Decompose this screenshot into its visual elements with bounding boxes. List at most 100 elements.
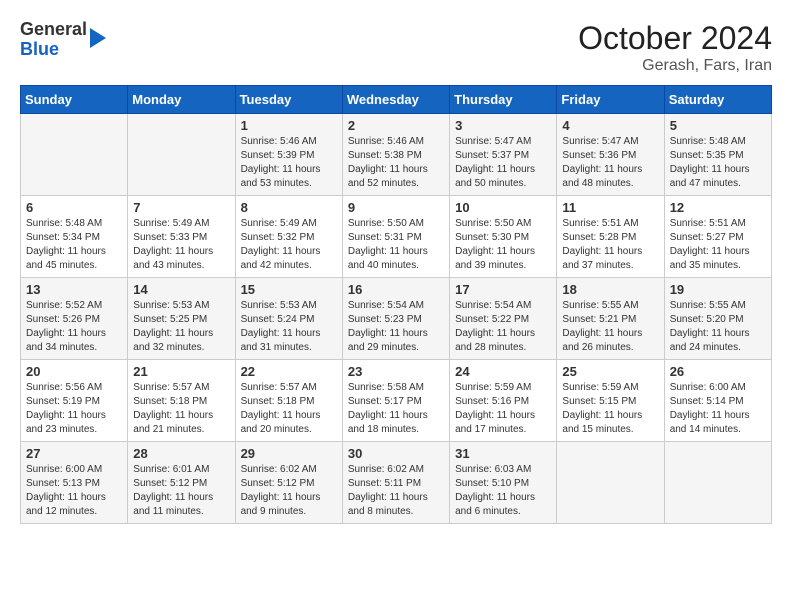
day-info-line: Daylight: 11 hours and 29 minutes. xyxy=(348,327,444,355)
calendar-table: SundayMondayTuesdayWednesdayThursdayFrid… xyxy=(20,85,772,524)
day-info-line: Daylight: 11 hours and 15 minutes. xyxy=(562,409,658,437)
day-info-line: Sunset: 5:32 PM xyxy=(241,231,337,245)
day-info-line: Sunrise: 5:59 AM xyxy=(455,381,551,395)
title-block: October 2024 Gerash, Fars, Iran xyxy=(578,20,772,75)
day-number: 17 xyxy=(455,282,551,297)
day-info-line: Sunrise: 5:47 AM xyxy=(562,135,658,149)
week-row-5: 27Sunrise: 6:00 AMSunset: 5:13 PMDayligh… xyxy=(21,442,772,524)
day-info-line: Sunset: 5:30 PM xyxy=(455,231,551,245)
header-row: SundayMondayTuesdayWednesdayThursdayFrid… xyxy=(21,86,772,114)
day-info-line: Sunrise: 6:03 AM xyxy=(455,463,551,477)
day-number: 13 xyxy=(26,282,122,297)
day-info-line: Sunset: 5:13 PM xyxy=(26,477,122,491)
day-cell xyxy=(557,442,664,524)
day-info-line: Daylight: 11 hours and 17 minutes. xyxy=(455,409,551,437)
day-number: 27 xyxy=(26,446,122,461)
day-info-line: Daylight: 11 hours and 43 minutes. xyxy=(133,245,229,273)
day-info-line: Sunrise: 5:51 AM xyxy=(670,217,766,231)
day-cell: 9Sunrise: 5:50 AMSunset: 5:31 PMDaylight… xyxy=(342,196,449,278)
day-info-line: Daylight: 11 hours and 40 minutes. xyxy=(348,245,444,273)
day-number: 5 xyxy=(670,118,766,133)
day-info-line: Sunrise: 5:46 AM xyxy=(241,135,337,149)
day-info-line: Sunset: 5:36 PM xyxy=(562,149,658,163)
logo-general: General xyxy=(20,20,87,40)
day-info-line: Daylight: 11 hours and 26 minutes. xyxy=(562,327,658,355)
day-info-line: Daylight: 11 hours and 50 minutes. xyxy=(455,163,551,191)
calendar-title: October 2024 xyxy=(578,20,772,57)
day-info-line: Daylight: 11 hours and 37 minutes. xyxy=(562,245,658,273)
day-cell: 28 Sunrise: 6:01 AMSunset: 5:12 PMDayligh… xyxy=(128,442,235,524)
week-row-1: 1Sunrise: 5:46 AMSunset: 5:39 PMDaylight… xyxy=(21,114,772,196)
day-cell: 10Sunrise: 5:50 AMSunset: 5:30 PMDayligh… xyxy=(450,196,557,278)
day-number: 24 xyxy=(455,364,551,379)
column-header-saturday: Saturday xyxy=(664,86,771,114)
day-info-line: Sunset: 5:23 PM xyxy=(348,313,444,327)
day-info-line: Sunrise: 5:53 AM xyxy=(133,299,229,313)
day-info-line: Daylight: 11 hours and 6 minutes. xyxy=(455,491,551,519)
day-number: 14 xyxy=(133,282,229,297)
day-info-line: Sunset: 5:33 PM xyxy=(133,231,229,245)
logo: General Blue xyxy=(20,20,106,60)
day-info-line: Sunrise: 5:54 AM xyxy=(348,299,444,313)
day-info-line: Daylight: 11 hours and 21 minutes. xyxy=(133,409,229,437)
logo-text: General Blue xyxy=(20,20,87,60)
day-cell: 31Sunrise: 6:03 AMSunset: 5:10 PMDayligh… xyxy=(450,442,557,524)
day-info-line: Daylight: 11 hours and 45 minutes. xyxy=(26,245,122,273)
column-header-friday: Friday xyxy=(557,86,664,114)
day-info-line: Daylight: 11 hours and 47 minutes. xyxy=(670,163,766,191)
day-info-line: Sunrise: 5:52 AM xyxy=(26,299,122,313)
day-info-line: Sunrise: 5:50 AM xyxy=(455,217,551,231)
day-info-line: Daylight: 11 hours and 14 minutes. xyxy=(670,409,766,437)
day-info-line: Sunset: 5:35 PM xyxy=(670,149,766,163)
day-info-line: Daylight: 11 hours and 35 minutes. xyxy=(670,245,766,273)
day-info-line: Sunset: 5:11 PM xyxy=(348,477,444,491)
day-cell: 12 Sunrise: 5:51 AMSunset: 5:27 PMDayligh… xyxy=(664,196,771,278)
day-info-line: Sunset: 5:27 PM xyxy=(670,231,766,245)
day-info-line: Daylight: 11 hours and 8 minutes. xyxy=(348,491,444,519)
day-cell: 13Sunrise: 5:52 AMSunset: 5:26 PMDayligh… xyxy=(21,278,128,360)
day-info-line: Sunset: 5:20 PM xyxy=(670,313,766,327)
day-number: 9 xyxy=(348,200,444,215)
day-info-line: Sunset: 5:38 PM xyxy=(348,149,444,163)
day-info-line: Sunset: 5:22 PM xyxy=(455,313,551,327)
day-info-line: Daylight: 11 hours and 32 minutes. xyxy=(133,327,229,355)
day-info-line: Daylight: 11 hours and 34 minutes. xyxy=(26,327,122,355)
day-number: 2 xyxy=(348,118,444,133)
day-cell: 19Sunrise: 5:55 AMSunset: 5:20 PMDayligh… xyxy=(664,278,771,360)
column-header-monday: Monday xyxy=(128,86,235,114)
day-info-line: Daylight: 11 hours and 39 minutes. xyxy=(455,245,551,273)
day-info-line: Sunset: 5:28 PM xyxy=(562,231,658,245)
day-info-line: Sunrise: 5:48 AM xyxy=(670,135,766,149)
week-row-4: 20Sunrise: 5:56 AMSunset: 5:19 PMDayligh… xyxy=(21,360,772,442)
day-number: 8 xyxy=(241,200,337,215)
day-info-line: Sunrise: 6:01 AM xyxy=(133,463,229,477)
week-row-3: 13Sunrise: 5:52 AMSunset: 5:26 PMDayligh… xyxy=(21,278,772,360)
day-info-line: Daylight: 11 hours and 11 minutes. xyxy=(133,491,229,519)
column-header-wednesday: Wednesday xyxy=(342,86,449,114)
calendar-subtitle: Gerash, Fars, Iran xyxy=(578,57,772,75)
column-header-thursday: Thursday xyxy=(450,86,557,114)
day-cell xyxy=(21,114,128,196)
day-number: 12 xyxy=(670,200,766,215)
day-cell: 14 Sunrise: 5:53 AMSunset: 5:25 PMDayligh… xyxy=(128,278,235,360)
day-cell: 30Sunrise: 6:02 AMSunset: 5:11 PMDayligh… xyxy=(342,442,449,524)
day-info-line: Sunrise: 6:02 AM xyxy=(241,463,337,477)
day-cell: 27Sunrise: 6:00 AMSunset: 5:13 PMDayligh… xyxy=(21,442,128,524)
day-number: 28 xyxy=(133,446,229,461)
day-info-line: Sunset: 5:25 PM xyxy=(133,313,229,327)
day-cell: 1Sunrise: 5:46 AMSunset: 5:39 PMDaylight… xyxy=(235,114,342,196)
day-cell: 2Sunrise: 5:46 AMSunset: 5:38 PMDaylight… xyxy=(342,114,449,196)
day-info-line: Sunrise: 5:49 AM xyxy=(133,217,229,231)
day-number: 30 xyxy=(348,446,444,461)
day-info-line: Sunrise: 5:49 AM xyxy=(241,217,337,231)
day-info-line: Sunset: 5:12 PM xyxy=(133,477,229,491)
column-header-sunday: Sunday xyxy=(21,86,128,114)
day-info-line: Sunrise: 5:57 AM xyxy=(133,381,229,395)
day-info-line: Daylight: 11 hours and 18 minutes. xyxy=(348,409,444,437)
day-info-line: Sunrise: 6:00 AM xyxy=(670,381,766,395)
day-number: 21 xyxy=(133,364,229,379)
page-header: General Blue October 2024 Gerash, Fars, … xyxy=(20,20,772,75)
day-info-line: Daylight: 11 hours and 24 minutes. xyxy=(670,327,766,355)
day-info-line: Daylight: 11 hours and 48 minutes. xyxy=(562,163,658,191)
day-info-line: Daylight: 11 hours and 9 minutes. xyxy=(241,491,337,519)
